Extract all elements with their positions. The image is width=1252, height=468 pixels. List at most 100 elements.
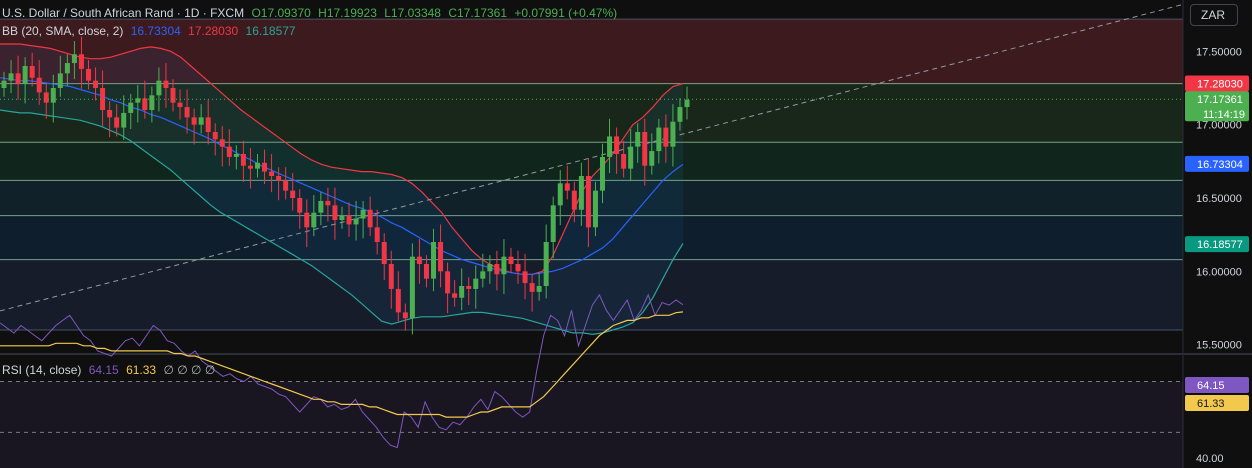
candle-body — [564, 183, 570, 191]
candle-body — [557, 183, 563, 206]
candle-body — [543, 242, 549, 286]
candle-body — [367, 209, 373, 228]
candle-body — [128, 102, 134, 113]
candle-body — [536, 286, 542, 292]
rsi-ma-badge: 61.33 — [1197, 398, 1225, 410]
candle-body — [508, 256, 514, 264]
candle-body — [311, 212, 317, 228]
candle-body — [233, 154, 239, 157]
candle-body — [170, 88, 176, 103]
countdown-label: 11:14:19 — [1203, 109, 1245, 121]
rsi-ma-value: 61.33 — [126, 363, 157, 377]
candle-body — [635, 132, 641, 147]
candle-body — [431, 242, 437, 279]
price-tick-label: 16.50000 — [1196, 193, 1242, 205]
candle-body — [649, 151, 655, 166]
rsi-value: 64.15 — [88, 363, 119, 377]
candle-body — [374, 227, 380, 242]
candle-body — [247, 165, 253, 169]
candle-body — [452, 293, 458, 298]
ohlc-close: C17.17361 — [448, 6, 508, 20]
candle-body — [663, 127, 669, 147]
candle-body — [677, 107, 683, 122]
candle-body — [184, 107, 190, 118]
candle-body — [71, 54, 77, 64]
candle-body — [64, 63, 70, 74]
bb-legend: BB (20, SMA, close, 2) 16.73304 17.28030… — [2, 24, 300, 38]
candle-body — [670, 121, 676, 147]
candle-body — [522, 271, 528, 284]
candle-body — [600, 156, 606, 191]
bb-name[interactable]: BB (20, SMA, close, 2) — [2, 24, 123, 38]
candle-body — [494, 264, 500, 275]
candle-body — [29, 66, 35, 78]
candle-body — [423, 264, 429, 279]
candle-body — [8, 73, 14, 81]
candle-body — [381, 242, 387, 264]
rsi-badge: 64.15 — [1197, 380, 1225, 392]
candle-body — [459, 286, 465, 298]
candle-body — [283, 180, 289, 191]
candle-body — [57, 73, 63, 88]
candle-body — [438, 242, 444, 272]
candle-body — [353, 218, 359, 225]
candle-body — [487, 264, 493, 272]
rsi-name[interactable]: RSI (14, close) — [2, 363, 81, 377]
candle-body — [1, 80, 7, 88]
price-tick-label: 16.00000 — [1196, 266, 1242, 278]
candle-body — [240, 154, 246, 166]
candle-body — [515, 264, 521, 272]
candle-body — [254, 162, 260, 169]
price-tick-label: 17.50000 — [1196, 46, 1242, 58]
candle-body — [304, 212, 310, 228]
currency-button[interactable]: ZAR — [1190, 4, 1238, 26]
candle-body — [684, 99, 690, 108]
bb-lower-badge: 16.18577 — [1197, 239, 1243, 251]
symbol-title[interactable]: U.S. Dollar / South African Rand · 1D · … — [2, 6, 244, 20]
candle-body — [332, 205, 338, 220]
candle-body — [656, 127, 662, 152]
candle-body — [592, 190, 598, 228]
candle-body — [269, 171, 275, 176]
symbol-legend: U.S. Dollar / South African Rand · 1D · … — [2, 6, 621, 20]
candle-body — [445, 271, 451, 294]
candle-body — [614, 136, 620, 154]
candle-body — [339, 215, 345, 220]
candle-body — [78, 54, 84, 69]
candle-body — [402, 312, 408, 319]
candle-body — [628, 146, 634, 169]
candle-body — [409, 256, 415, 319]
candle-body — [226, 146, 232, 157]
candle-body — [529, 283, 535, 292]
candle-body — [416, 256, 422, 264]
candle-body — [585, 176, 591, 228]
bb-basis-badge: 16.73304 — [1197, 159, 1243, 171]
candle-body — [219, 139, 225, 147]
candle-body — [177, 102, 183, 108]
rsi-axis — [1184, 356, 1252, 468]
rsi-band — [0, 381, 1183, 468]
chart-canvas[interactable]: 17.50000 17.00000 16.50000 16.00000 15.50000… — [0, 0, 1252, 468]
candle-body — [480, 271, 486, 279]
candle-body — [43, 92, 49, 103]
rsi-tick-label: 40.00 — [1196, 453, 1224, 465]
candle-body — [550, 205, 556, 242]
bb-basis-value: 16.73304 — [130, 24, 181, 38]
candle-body — [346, 215, 352, 225]
candle-body — [466, 286, 472, 289]
candle-body — [473, 278, 479, 289]
candle-body — [205, 117, 211, 132]
last-price-badge: 17.17361 — [1197, 94, 1243, 106]
candle-body — [149, 95, 155, 110]
candle-body — [36, 77, 42, 93]
candle-body — [93, 80, 99, 88]
candle-body — [50, 88, 56, 103]
ohlc-change: +0.07991 (+0.47%) — [514, 6, 618, 20]
ohlc-open: O17.09370 — [251, 6, 311, 20]
candle-body — [22, 66, 28, 84]
ohlc-high: H17.19923 — [318, 6, 377, 20]
candle-body — [156, 80, 162, 96]
candle-body — [360, 209, 366, 219]
candle-body — [642, 132, 648, 166]
candle-body — [501, 256, 507, 275]
